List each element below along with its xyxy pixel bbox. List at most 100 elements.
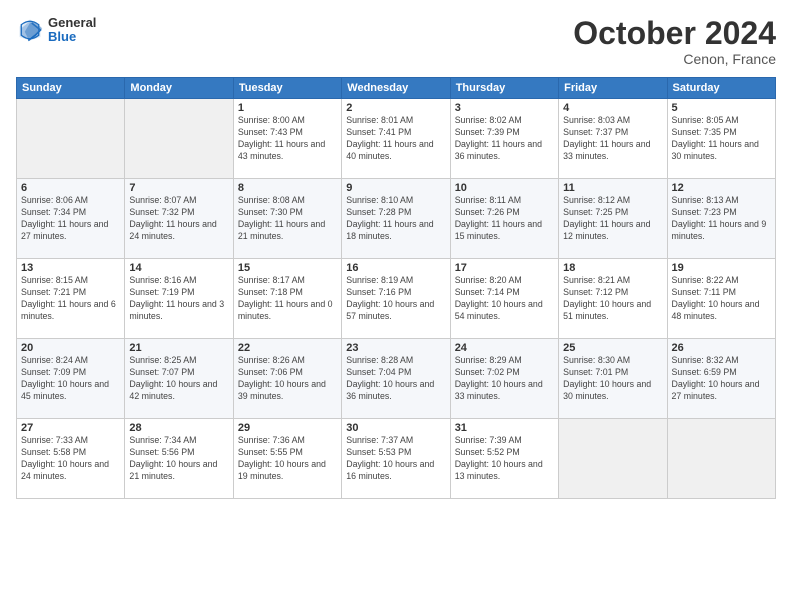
day-number: 29 [238, 422, 337, 434]
calendar-week-row: 6Sunrise: 8:06 AMSunset: 7:34 PMDaylight… [17, 179, 776, 259]
calendar-week-row: 1Sunrise: 8:00 AMSunset: 7:43 PMDaylight… [17, 99, 776, 179]
calendar-week-row: 27Sunrise: 7:33 AMSunset: 5:58 PMDayligh… [17, 419, 776, 499]
calendar-cell: 1Sunrise: 8:00 AMSunset: 7:43 PMDaylight… [233, 99, 341, 179]
day-info: Sunrise: 8:16 AMSunset: 7:19 PMDaylight:… [129, 275, 228, 323]
day-info: Sunrise: 8:28 AMSunset: 7:04 PMDaylight:… [346, 355, 445, 403]
day-number: 25 [563, 342, 662, 354]
day-number: 30 [346, 422, 445, 434]
weekday-header-cell: Tuesday [233, 78, 341, 99]
day-number: 17 [455, 262, 554, 274]
calendar-cell [17, 99, 125, 179]
calendar-cell: 17Sunrise: 8:20 AMSunset: 7:14 PMDayligh… [450, 259, 558, 339]
day-info: Sunrise: 8:02 AMSunset: 7:39 PMDaylight:… [455, 115, 554, 163]
calendar-cell: 18Sunrise: 8:21 AMSunset: 7:12 PMDayligh… [559, 259, 667, 339]
day-number: 21 [129, 342, 228, 354]
day-number: 16 [346, 262, 445, 274]
calendar-body: 1Sunrise: 8:00 AMSunset: 7:43 PMDaylight… [17, 99, 776, 499]
calendar-cell: 16Sunrise: 8:19 AMSunset: 7:16 PMDayligh… [342, 259, 450, 339]
day-info: Sunrise: 7:39 AMSunset: 5:52 PMDaylight:… [455, 435, 554, 483]
calendar-cell: 2Sunrise: 8:01 AMSunset: 7:41 PMDaylight… [342, 99, 450, 179]
weekday-header-cell: Monday [125, 78, 233, 99]
day-number: 19 [672, 262, 771, 274]
calendar-cell: 21Sunrise: 8:25 AMSunset: 7:07 PMDayligh… [125, 339, 233, 419]
day-info: Sunrise: 8:15 AMSunset: 7:21 PMDaylight:… [21, 275, 120, 323]
day-info: Sunrise: 8:20 AMSunset: 7:14 PMDaylight:… [455, 275, 554, 323]
weekday-header-cell: Friday [559, 78, 667, 99]
day-info: Sunrise: 8:17 AMSunset: 7:18 PMDaylight:… [238, 275, 337, 323]
day-number: 22 [238, 342, 337, 354]
calendar-cell [667, 419, 775, 499]
calendar-cell: 10Sunrise: 8:11 AMSunset: 7:26 PMDayligh… [450, 179, 558, 259]
day-number: 27 [21, 422, 120, 434]
day-number: 5 [672, 102, 771, 114]
day-info: Sunrise: 7:37 AMSunset: 5:53 PMDaylight:… [346, 435, 445, 483]
weekday-header-row: SundayMondayTuesdayWednesdayThursdayFrid… [17, 78, 776, 99]
calendar-cell: 30Sunrise: 7:37 AMSunset: 5:53 PMDayligh… [342, 419, 450, 499]
calendar-cell: 22Sunrise: 8:26 AMSunset: 7:06 PMDayligh… [233, 339, 341, 419]
day-info: Sunrise: 7:33 AMSunset: 5:58 PMDaylight:… [21, 435, 120, 483]
day-number: 23 [346, 342, 445, 354]
calendar-cell: 29Sunrise: 7:36 AMSunset: 5:55 PMDayligh… [233, 419, 341, 499]
day-info: Sunrise: 8:12 AMSunset: 7:25 PMDaylight:… [563, 195, 662, 243]
day-number: 20 [21, 342, 120, 354]
day-number: 3 [455, 102, 554, 114]
day-info: Sunrise: 8:05 AMSunset: 7:35 PMDaylight:… [672, 115, 771, 163]
day-info: Sunrise: 8:30 AMSunset: 7:01 PMDaylight:… [563, 355, 662, 403]
day-info: Sunrise: 8:06 AMSunset: 7:34 PMDaylight:… [21, 195, 120, 243]
calendar-cell: 12Sunrise: 8:13 AMSunset: 7:23 PMDayligh… [667, 179, 775, 259]
day-info: Sunrise: 8:32 AMSunset: 6:59 PMDaylight:… [672, 355, 771, 403]
day-number: 2 [346, 102, 445, 114]
logo-icon [16, 16, 44, 44]
day-info: Sunrise: 8:21 AMSunset: 7:12 PMDaylight:… [563, 275, 662, 323]
calendar-cell: 25Sunrise: 8:30 AMSunset: 7:01 PMDayligh… [559, 339, 667, 419]
day-number: 28 [129, 422, 228, 434]
day-info: Sunrise: 8:24 AMSunset: 7:09 PMDaylight:… [21, 355, 120, 403]
calendar-cell: 28Sunrise: 7:34 AMSunset: 5:56 PMDayligh… [125, 419, 233, 499]
day-number: 7 [129, 182, 228, 194]
calendar-cell: 14Sunrise: 8:16 AMSunset: 7:19 PMDayligh… [125, 259, 233, 339]
day-number: 11 [563, 182, 662, 194]
month-title: October 2024 [573, 16, 776, 51]
calendar-cell: 23Sunrise: 8:28 AMSunset: 7:04 PMDayligh… [342, 339, 450, 419]
day-info: Sunrise: 8:07 AMSunset: 7:32 PMDaylight:… [129, 195, 228, 243]
calendar-week-row: 20Sunrise: 8:24 AMSunset: 7:09 PMDayligh… [17, 339, 776, 419]
calendar-cell [559, 419, 667, 499]
calendar-header: SundayMondayTuesdayWednesdayThursdayFrid… [17, 78, 776, 99]
calendar-cell: 4Sunrise: 8:03 AMSunset: 7:37 PMDaylight… [559, 99, 667, 179]
day-info: Sunrise: 8:10 AMSunset: 7:28 PMDaylight:… [346, 195, 445, 243]
calendar-cell: 15Sunrise: 8:17 AMSunset: 7:18 PMDayligh… [233, 259, 341, 339]
weekday-header-cell: Wednesday [342, 78, 450, 99]
day-number: 31 [455, 422, 554, 434]
day-info: Sunrise: 8:01 AMSunset: 7:41 PMDaylight:… [346, 115, 445, 163]
logo-general-text: General [48, 16, 96, 30]
day-info: Sunrise: 8:26 AMSunset: 7:06 PMDaylight:… [238, 355, 337, 403]
day-number: 6 [21, 182, 120, 194]
calendar-cell: 8Sunrise: 8:08 AMSunset: 7:30 PMDaylight… [233, 179, 341, 259]
calendar-cell: 24Sunrise: 8:29 AMSunset: 7:02 PMDayligh… [450, 339, 558, 419]
day-number: 12 [672, 182, 771, 194]
day-info: Sunrise: 8:03 AMSunset: 7:37 PMDaylight:… [563, 115, 662, 163]
day-number: 14 [129, 262, 228, 274]
calendar-cell: 13Sunrise: 8:15 AMSunset: 7:21 PMDayligh… [17, 259, 125, 339]
day-info: Sunrise: 8:11 AMSunset: 7:26 PMDaylight:… [455, 195, 554, 243]
calendar-cell: 19Sunrise: 8:22 AMSunset: 7:11 PMDayligh… [667, 259, 775, 339]
header: General Blue October 2024 Cenon, France [16, 16, 776, 67]
logo-blue-text: Blue [48, 30, 96, 44]
calendar-cell: 11Sunrise: 8:12 AMSunset: 7:25 PMDayligh… [559, 179, 667, 259]
day-info: Sunrise: 8:25 AMSunset: 7:07 PMDaylight:… [129, 355, 228, 403]
day-info: Sunrise: 8:19 AMSunset: 7:16 PMDaylight:… [346, 275, 445, 323]
weekday-header-cell: Sunday [17, 78, 125, 99]
calendar-cell: 7Sunrise: 8:07 AMSunset: 7:32 PMDaylight… [125, 179, 233, 259]
calendar-cell: 27Sunrise: 7:33 AMSunset: 5:58 PMDayligh… [17, 419, 125, 499]
day-number: 26 [672, 342, 771, 354]
logo: General Blue [16, 16, 96, 45]
calendar-week-row: 13Sunrise: 8:15 AMSunset: 7:21 PMDayligh… [17, 259, 776, 339]
calendar-cell: 31Sunrise: 7:39 AMSunset: 5:52 PMDayligh… [450, 419, 558, 499]
day-number: 13 [21, 262, 120, 274]
day-info: Sunrise: 8:08 AMSunset: 7:30 PMDaylight:… [238, 195, 337, 243]
day-info: Sunrise: 8:29 AMSunset: 7:02 PMDaylight:… [455, 355, 554, 403]
calendar-cell: 3Sunrise: 8:02 AMSunset: 7:39 PMDaylight… [450, 99, 558, 179]
day-number: 1 [238, 102, 337, 114]
calendar-cell [125, 99, 233, 179]
day-number: 18 [563, 262, 662, 274]
